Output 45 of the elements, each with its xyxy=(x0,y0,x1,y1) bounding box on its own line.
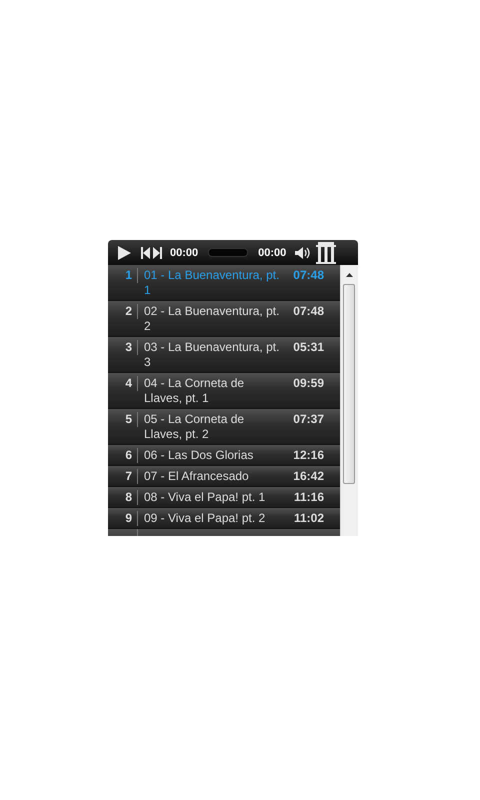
next-icon[interactable] xyxy=(153,246,162,258)
playlist-row[interactable]: 6 06 - Las Dos Glorias 12:16 xyxy=(108,445,340,466)
total-time: 00:00 xyxy=(258,246,286,258)
track-duration: 07:37 xyxy=(292,412,324,427)
track-duration: 09:59 xyxy=(292,376,324,391)
playlist-row[interactable]: 3 03 - La Buenaventura, pt. 3 05:31 xyxy=(108,337,340,373)
track-duration: 11:16 xyxy=(292,490,324,505)
track-number: 9 xyxy=(108,511,138,526)
track-number: 5 xyxy=(108,412,138,427)
track-duration: 16:42 xyxy=(292,469,324,484)
track-duration: 07:48 xyxy=(292,304,324,319)
playlist-row[interactable]: 2 02 - La Buenaventura, pt. 2 07:48 xyxy=(108,301,340,337)
track-number: 3 xyxy=(108,340,138,355)
elapsed-time: 00:00 xyxy=(170,246,198,258)
track-number: 1 xyxy=(108,268,138,283)
scroll-up-icon[interactable] xyxy=(346,273,354,277)
track-number: 7 xyxy=(108,469,138,484)
playlist-row[interactable]: 1 01 - La Buenaventura, pt. 1 07:48 xyxy=(108,265,340,301)
track-duration: 12:16 xyxy=(292,448,324,463)
playlist-row[interactable]: 8 08 - Viva el Papa! pt. 1 11:16 xyxy=(108,487,340,508)
playlist-row[interactable]: 9 09 - Viva el Papa! pt. 2 11:02 xyxy=(108,508,340,529)
playlist-row[interactable]: 7 07 - El Afrancesado 16:42 xyxy=(108,466,340,487)
playlist-row[interactable]: 5 05 - La Corneta de Llaves, pt. 2 07:37 xyxy=(108,409,340,445)
track-title: 06 - Las Dos Glorias xyxy=(143,448,254,463)
speaker-icon[interactable] xyxy=(295,246,312,258)
track-title: 02 - La Buenaventura, pt. 2 xyxy=(143,304,280,334)
track-number: 6 xyxy=(108,448,138,463)
track-duration: 05:31 xyxy=(292,340,324,355)
track-duration: 11:02 xyxy=(292,511,324,526)
previous-icon[interactable] xyxy=(141,246,150,258)
track-title: 05 - La Corneta de Llaves, pt. 2 xyxy=(143,412,246,442)
track-title: 04 - La Corneta de Llaves, pt. 1 xyxy=(143,376,246,406)
track-title: 07 - El Afrancesado xyxy=(143,469,250,484)
track-duration: 07:48 xyxy=(292,268,324,283)
track-number: 8 xyxy=(108,490,138,505)
track-title: 03 - La Buenaventura, pt. 3 xyxy=(143,340,280,370)
play-icon[interactable] xyxy=(118,246,131,260)
track-title: 09 - Viva el Papa! pt. 2 xyxy=(143,511,266,526)
track-number: 4 xyxy=(108,376,138,391)
columns-icon[interactable] xyxy=(316,242,336,264)
scrollbar[interactable] xyxy=(340,265,358,536)
playlist-row[interactable]: 4 04 - La Corneta de Llaves, pt. 1 09:59 xyxy=(108,373,340,409)
track-title: 08 - Viva el Papa! pt. 1 xyxy=(143,490,266,505)
track-title: 01 - La Buenaventura, pt. 1 xyxy=(143,268,280,298)
track-number: 2 xyxy=(108,304,138,319)
